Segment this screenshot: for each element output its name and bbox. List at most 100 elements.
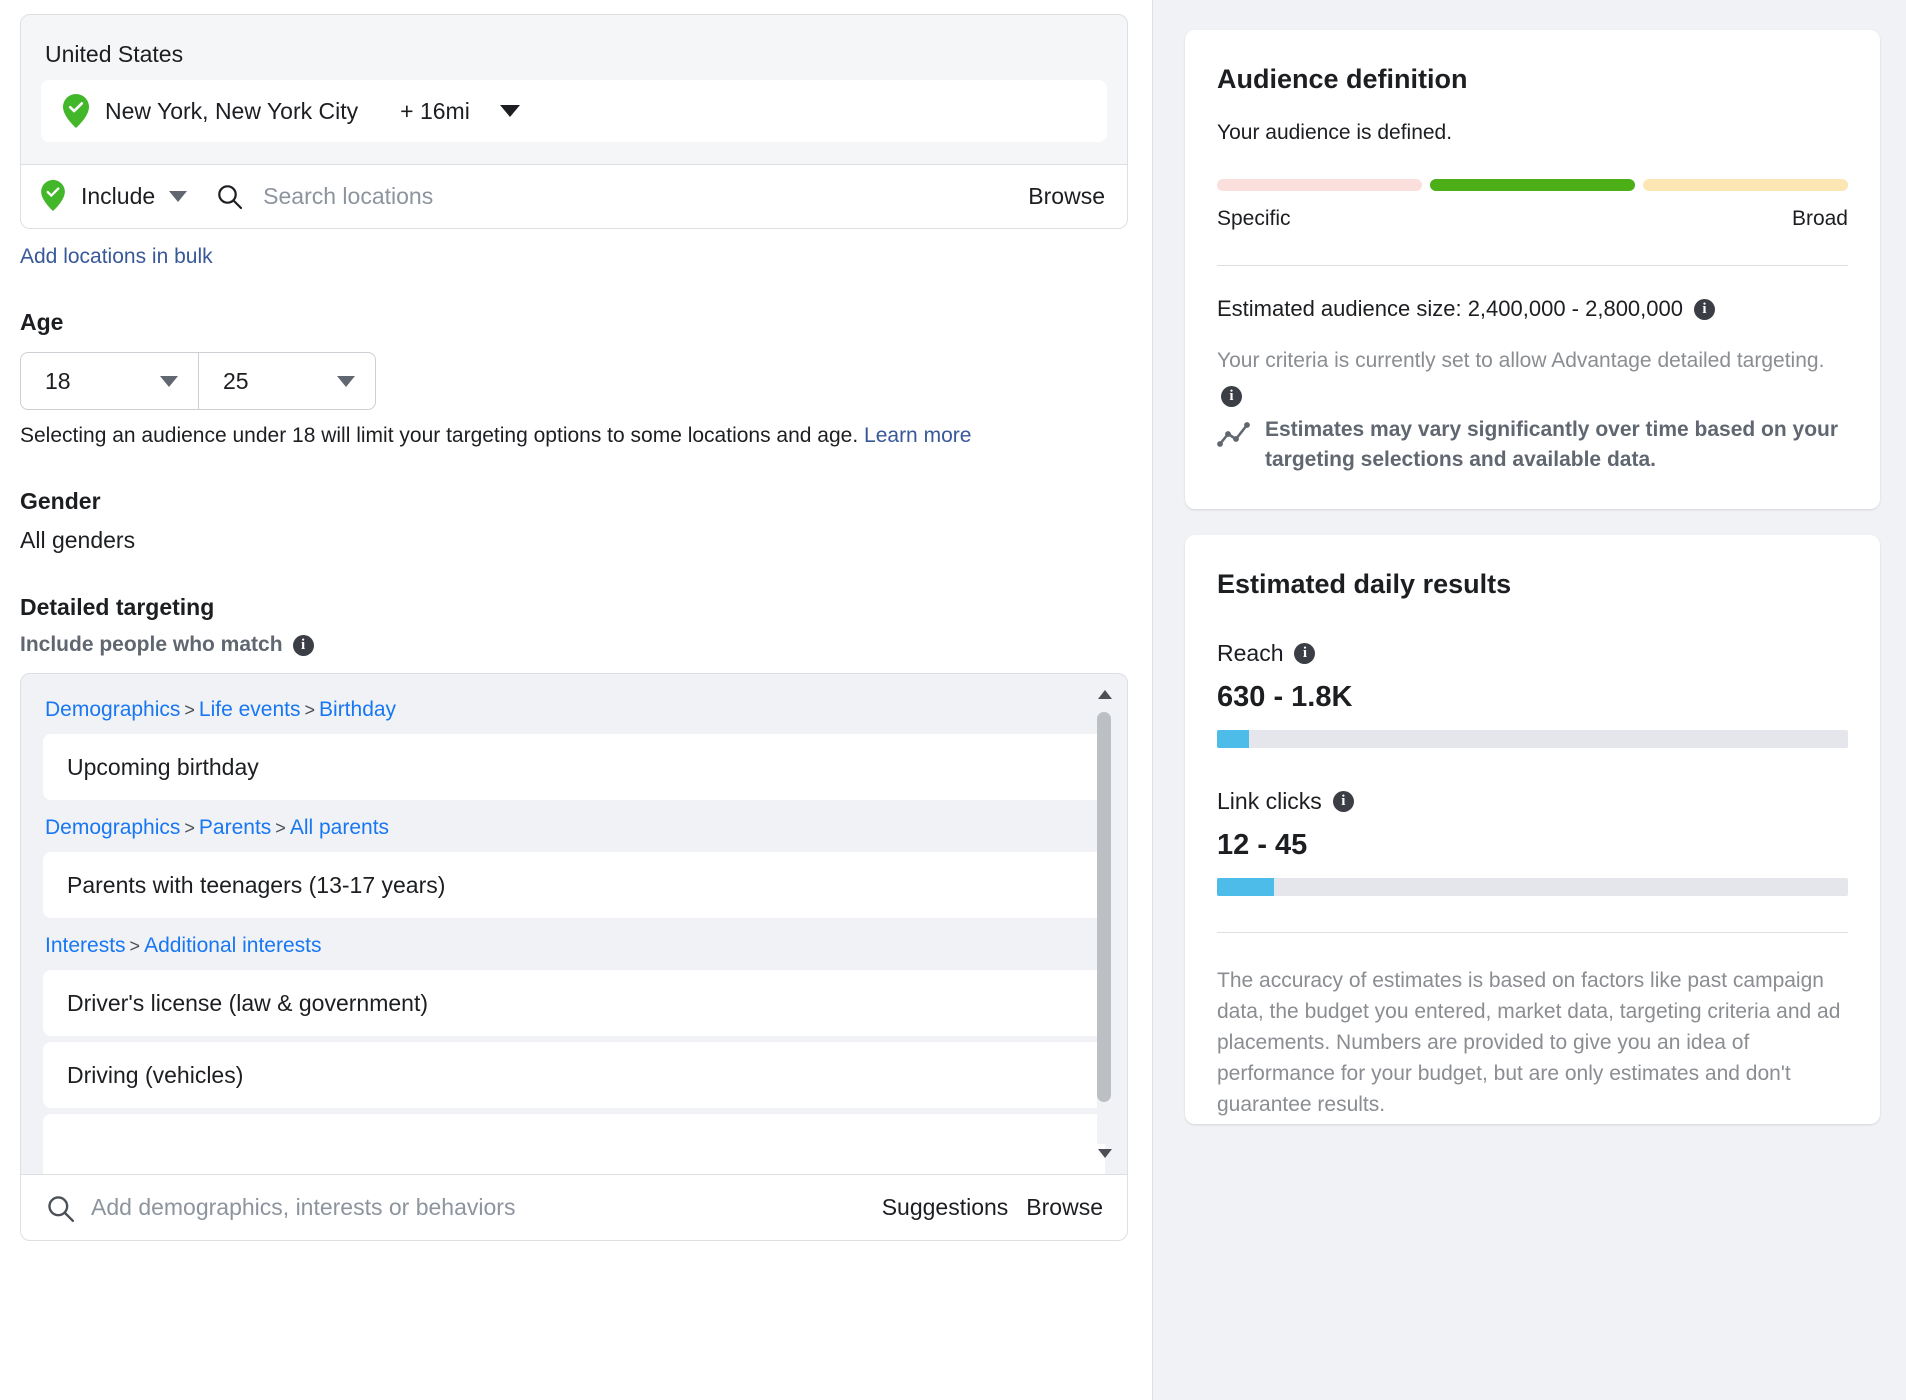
suggestions-button[interactable]: Suggestions (882, 1194, 1009, 1221)
location-chip-wrapper: New York, New York City + 16mi (21, 74, 1127, 164)
breadcrumb: Demographics > Parents > All parents (21, 806, 1127, 852)
breadcrumb-separator: > (304, 700, 316, 720)
meter-labels: Specific Broad (1217, 207, 1848, 231)
estimated-daily-results-card: Estimated daily results Reach i 630 - 1.… (1185, 534, 1880, 1124)
audience-definition-title: Audience definition (1217, 64, 1468, 94)
list-item[interactable]: Driving (vehicles) (43, 1042, 1105, 1108)
estimates-panel: Audience definition Your audience is def… (1152, 0, 1906, 1400)
age-min-select[interactable]: 18 (20, 352, 198, 410)
breadcrumb-separator: > (184, 700, 195, 720)
chevron-up-icon[interactable] (1098, 690, 1112, 699)
link-clicks-value: 12 - 45 (1217, 828, 1308, 861)
audience-targeting-screen: United States New York, New York City + … (0, 0, 1906, 1400)
meter-label-broad: Broad (1791, 207, 1848, 230)
location-radius-value: + 16mi (400, 97, 470, 124)
age-range-control: 18 25 (20, 352, 1128, 410)
info-icon[interactable]: i (1694, 298, 1715, 320)
include-people-text: Include people who match (20, 633, 283, 656)
breadcrumb-link[interactable]: Additional interests (144, 934, 321, 957)
add-locations-in-bulk-link[interactable]: Add locations in bulk (20, 245, 213, 269)
gender-value: All genders (20, 527, 136, 553)
age-section-title: Age (20, 309, 64, 335)
detailed-targeting-scroll-area: Demographics > Life events > Birthday Upcomi… (21, 674, 1127, 1174)
detailed-targeting-list: Demographics > Life events > Birthday Upcomi… (20, 673, 1128, 1175)
meter-label-specific: Specific (1217, 207, 1291, 230)
breadcrumb: Interests > Additional interests (21, 924, 1127, 970)
chevron-down-icon (337, 375, 355, 387)
estimates-accuracy-disclaimer: The accuracy of estimates is based on fa… (1217, 931, 1848, 1124)
breadcrumb-link[interactable]: Life events (199, 698, 301, 721)
locations-box: United States New York, New York City + … (20, 14, 1128, 229)
audience-breadth-meter (1217, 179, 1848, 191)
link-clicks-bar-fill (1217, 877, 1274, 896)
breadcrumb-link[interactable]: Interests (45, 934, 126, 957)
include-chevron-down-icon[interactable] (169, 191, 188, 202)
estimates-vary-text: Estimates may vary significantly over ti… (1265, 417, 1839, 471)
include-people-who-match-label: Include people who match i (20, 633, 1128, 657)
divider (1217, 265, 1848, 266)
list-item[interactable]: Upcoming birthday (43, 734, 1105, 800)
breadcrumb-link[interactable]: Demographics (45, 816, 180, 839)
age-restriction-note: Selecting an audience under 18 will limi… (20, 424, 1128, 448)
breadcrumb-link[interactable]: Parents (199, 816, 271, 839)
targeting-form-panel: United States New York, New York City + … (0, 0, 1152, 1400)
reach-label: Reach (1217, 639, 1284, 666)
estimates-vary-note: Estimates may vary significantly over ti… (1217, 415, 1848, 475)
chevron-down-icon[interactable] (1098, 1149, 1112, 1158)
link-clicks-label: Link clicks (1217, 787, 1322, 814)
info-icon[interactable]: i (1332, 790, 1354, 812)
chevron-down-icon[interactable] (499, 105, 520, 117)
search-icon (47, 1195, 75, 1222)
include-pin-icon (41, 179, 67, 214)
breadcrumb-separator: > (129, 936, 141, 956)
detailed-targeting-search-input[interactable]: Add demographics, interests or behaviors (91, 1194, 864, 1221)
estimated-audience-size-text: Estimated audience size: 2,400,000 - 2,8… (1217, 296, 1683, 321)
search-icon (217, 184, 243, 210)
location-pin-icon (63, 94, 89, 128)
detailed-targeting-browse-button[interactable]: Browse (1026, 1194, 1103, 1221)
age-max-value: 25 (223, 367, 249, 394)
estimated-daily-results-title: Estimated daily results (1217, 568, 1512, 599)
breadcrumb-separator: > (184, 818, 195, 838)
age-note-text: Selecting an audience under 18 will limi… (20, 424, 859, 447)
info-icon[interactable]: i (292, 634, 314, 656)
reach-bar-track (1217, 729, 1848, 748)
selected-location-name: New York, New York City (105, 97, 359, 124)
estimated-audience-size: Estimated audience size: 2,400,000 - 2,8… (1217, 296, 1848, 322)
meter-segment-broad (1643, 179, 1848, 191)
reach-value: 630 - 1.8K (1217, 680, 1353, 713)
meter-segment-specific (1217, 179, 1422, 191)
breadcrumb: Demographics > Life events > Birthday (21, 688, 1127, 734)
age-min-value: 18 (45, 367, 71, 394)
age-max-select[interactable]: 25 (198, 352, 376, 410)
advantage-detailed-targeting-note: Your criteria is currently set to allow … (1217, 346, 1848, 407)
audience-definition-status: Your audience is defined. (1217, 121, 1453, 144)
breadcrumb-link[interactable]: Demographics (45, 698, 180, 721)
list-item[interactable]: Driver's license (law & government) (43, 970, 1105, 1036)
reach-bar-fill (1217, 729, 1249, 748)
gender-section-title: Gender (20, 488, 101, 514)
chevron-down-icon (160, 375, 178, 387)
metric-label-link-clicks: Link clicks i (1217, 788, 1848, 815)
link-clicks-bar-track (1217, 877, 1848, 896)
criteria-note-text: Your criteria is currently set to allow … (1217, 349, 1825, 372)
meter-segment-balanced (1430, 179, 1635, 191)
info-icon[interactable]: i (1294, 642, 1316, 664)
list-item[interactable] (43, 1114, 1105, 1174)
trend-line-chart-icon (1217, 421, 1251, 454)
selected-location-chip[interactable]: New York, New York City + 16mi (41, 80, 1107, 142)
breadcrumb-separator: > (275, 818, 286, 838)
scrollbar-thumb[interactable] (1097, 712, 1111, 1102)
breadcrumb-link[interactable]: Birthday (319, 698, 396, 721)
location-browse-button[interactable]: Browse (1028, 183, 1105, 210)
info-icon[interactable]: i (1221, 385, 1242, 407)
age-learn-more-link[interactable]: Learn more (864, 424, 971, 447)
audience-definition-card: Audience definition Your audience is def… (1185, 30, 1880, 509)
detailed-targeting-scrollbar[interactable] (1097, 690, 1112, 1158)
location-search-input[interactable]: Search locations (263, 183, 1014, 210)
list-item[interactable]: Parents with teenagers (13-17 years) (43, 852, 1105, 918)
breadcrumb-link[interactable]: All parents (290, 816, 389, 839)
location-country-label: United States (45, 41, 184, 67)
detailed-targeting-title: Detailed targeting (20, 594, 215, 620)
include-exclude-label[interactable]: Include (81, 183, 155, 210)
